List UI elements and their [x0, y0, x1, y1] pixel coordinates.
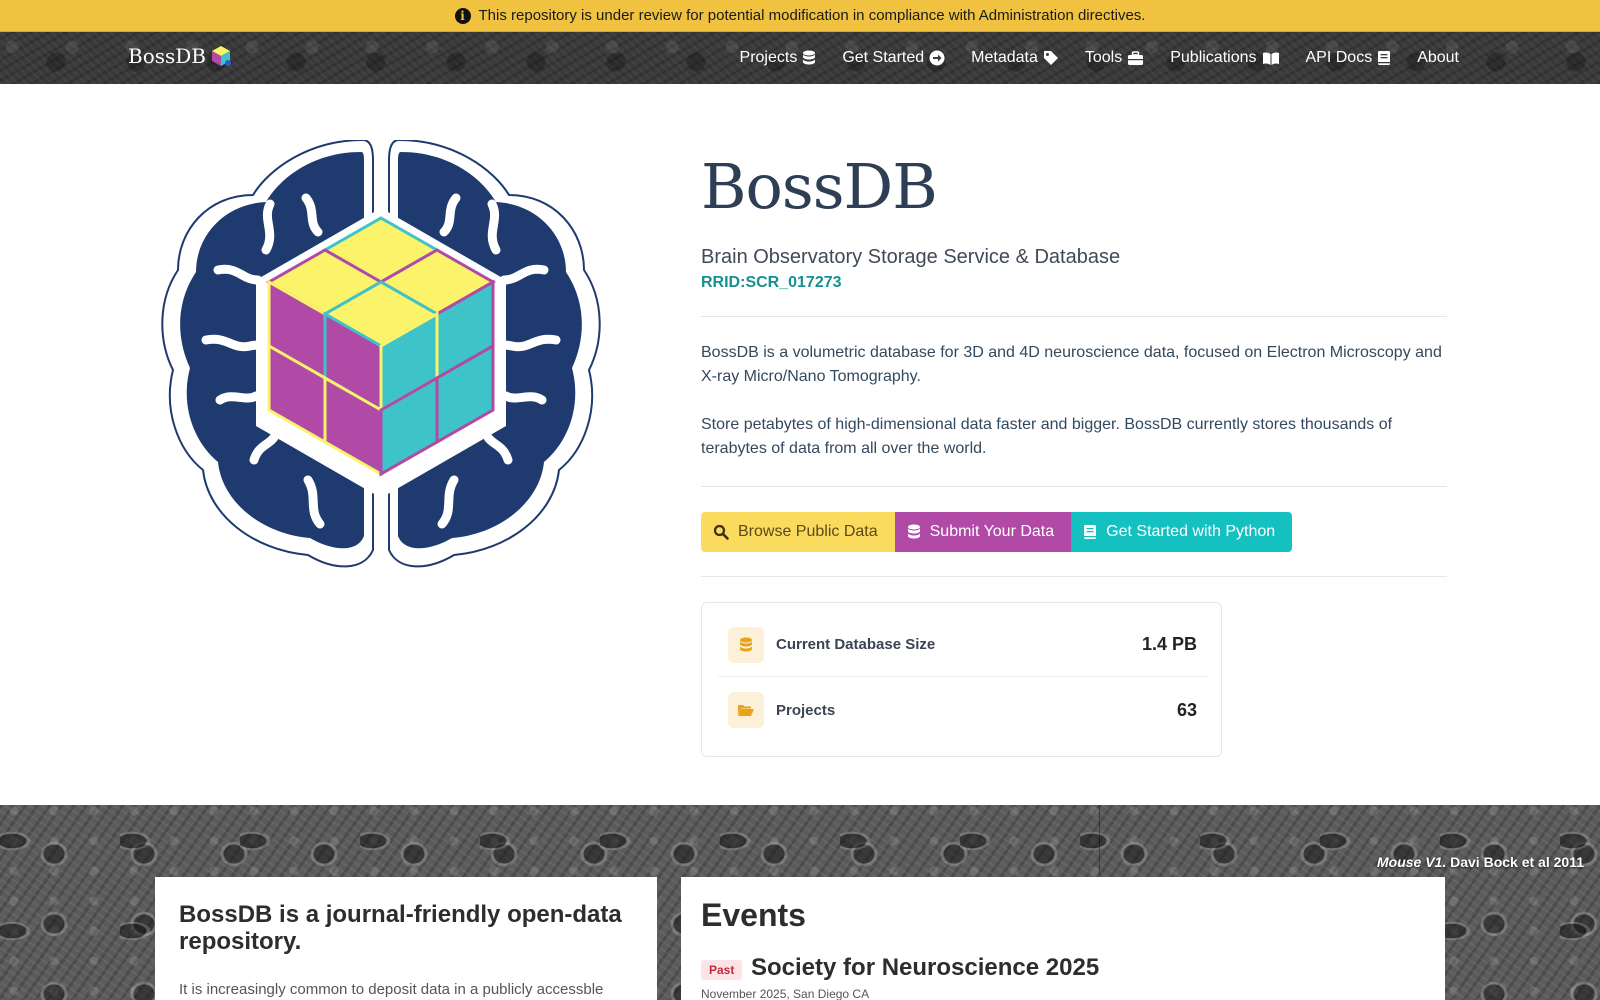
stat-projects: Projects 63	[718, 678, 1207, 742]
brand-name: BossDB	[128, 44, 206, 68]
nav-publications-label: Publications	[1170, 49, 1257, 66]
nav-api-docs-label: API Docs	[1305, 49, 1373, 66]
stat-label: Current Database Size	[776, 636, 936, 653]
brand-link[interactable]: BossDB	[128, 44, 232, 68]
image-seam	[1099, 805, 1100, 875]
nav-api-docs[interactable]: API Docs	[1293, 49, 1405, 67]
image-credit-species: Mouse V1.	[1376, 854, 1447, 870]
image-credit: Mouse V1. Davi Bock et al 2011	[1377, 854, 1584, 870]
browse-public-data-button[interactable]: Browse Public Data	[701, 512, 895, 552]
nav-links: Projects Get Started Metadata Tools Publ…	[727, 32, 1472, 84]
nav-tools-label: Tools	[1084, 49, 1123, 66]
page-title: BossDB	[701, 150, 938, 223]
stat-value: 1.4 PB	[1141, 634, 1197, 654]
cta-button-group: Browse Public Data Submit Your Data Get …	[701, 512, 1293, 552]
event-status-badge: Past	[701, 960, 743, 980]
get-started-python-button[interactable]: Get Started with Python	[1071, 512, 1293, 552]
rrid-link[interactable]: RRID:SCR_017273	[701, 274, 842, 292]
stat-label: Projects	[776, 701, 836, 719]
stats-card: Current Database Size 1.4 PB Projects 63	[701, 602, 1222, 757]
submit-your-data-label: Submit Your Data	[929, 523, 1055, 540]
event-title[interactable]: Society for Neuroscience 2025	[751, 954, 1099, 982]
database-icon	[802, 50, 816, 66]
arrow-circle-right-icon	[929, 50, 945, 66]
nav-projects-label: Projects	[739, 49, 798, 66]
submit-your-data-button[interactable]: Submit Your Data	[894, 512, 1072, 552]
browse-public-data-label: Browse Public Data	[738, 523, 878, 540]
folder-open-icon	[728, 692, 764, 728]
top-navbar: BossDB Projects Get Started Metadata Too…	[0, 32, 1600, 84]
events-heading: Events	[701, 897, 806, 933]
banner-text: This repository is under review for pote…	[478, 7, 1146, 24]
book-icon	[1377, 50, 1391, 66]
nav-get-started-label: Get Started	[842, 49, 925, 66]
database-icon	[907, 524, 921, 540]
nav-about[interactable]: About	[1404, 49, 1472, 67]
divider	[701, 486, 1447, 487]
toolbox-icon	[1127, 50, 1144, 66]
divider	[701, 316, 1447, 317]
bossdb-brain-cube-logo	[161, 140, 601, 568]
stat-database-size: Current Database Size 1.4 PB	[718, 613, 1207, 677]
journal-card-title: BossDB is a journal-friendly open-data r…	[179, 901, 622, 955]
brand-cube-icon	[212, 46, 231, 66]
book-open-icon	[1262, 51, 1280, 66]
nav-about-label: About	[1417, 49, 1459, 66]
info-circle-icon: i	[454, 7, 471, 24]
journal-card-text: It is increasingly common to deposit dat…	[179, 981, 604, 998]
page-subtitle: Brain Observatory Storage Service & Data…	[701, 246, 1121, 268]
tag-icon	[1043, 50, 1059, 66]
get-started-python-label: Get Started with Python	[1106, 523, 1276, 540]
compliance-banner: i This repository is under review for po…	[0, 0, 1600, 32]
nav-metadata-label: Metadata	[971, 49, 1038, 66]
nav-get-started[interactable]: Get Started	[829, 49, 958, 67]
event-meta: November 2025, San Diego CA	[701, 987, 870, 1000]
description-paragraph-2: Store petabytes of high-dimensional data…	[701, 416, 1393, 457]
stat-value: 63	[1176, 699, 1197, 720]
nav-projects[interactable]: Projects	[727, 49, 830, 67]
database-icon	[728, 626, 764, 663]
nav-publications[interactable]: Publications	[1157, 49, 1292, 67]
divider	[701, 576, 1447, 577]
description-paragraph-1: BossDB is a volumetric database for 3D a…	[701, 344, 1442, 385]
image-credit-authors: Davi Bock et al 2011	[1446, 854, 1584, 870]
nav-metadata[interactable]: Metadata	[958, 49, 1072, 67]
nav-tools[interactable]: Tools	[1072, 49, 1157, 67]
book-icon	[1083, 524, 1097, 540]
events-card: Events Past Society for Neuroscience 202…	[681, 877, 1445, 1000]
search-icon	[713, 524, 729, 540]
journal-friendly-card: BossDB is a journal-friendly open-data r…	[155, 877, 657, 1000]
